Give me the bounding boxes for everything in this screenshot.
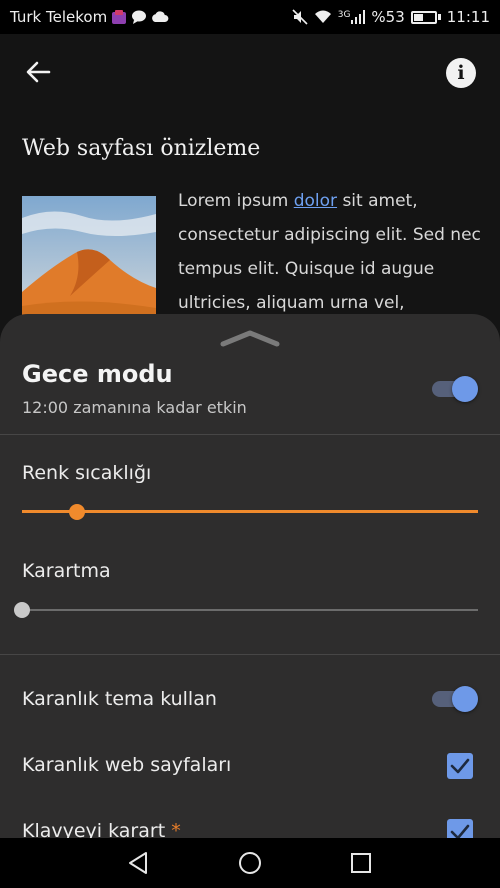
dark-web-pages-label: Karanlık web sayfaları: [22, 754, 232, 776]
night-mode-subtitle: 12:00 zamanına kadar etkin: [22, 398, 247, 417]
preview-text: Lorem ipsum dolor sit amet, consectetur …: [178, 184, 488, 320]
back-arrow-icon: [26, 61, 51, 83]
clock: 11:11: [446, 8, 490, 26]
night-mode-toggle[interactable]: [432, 376, 478, 402]
mute-icon: [292, 9, 308, 25]
preview-text-start: Lorem ipsum: [178, 191, 294, 211]
cloud-icon: [152, 11, 169, 22]
preview-title: Web sayfası önizleme: [22, 136, 261, 161]
info-button[interactable]: i: [446, 58, 476, 88]
chat-icon: [132, 10, 147, 24]
signal-icon: [351, 10, 366, 24]
dark-theme-toggle[interactable]: [432, 686, 478, 712]
dark-web-pages-checkbox[interactable]: [447, 753, 473, 779]
dimming-slider[interactable]: [14, 598, 478, 622]
status-right: 3G %53 11:11: [292, 8, 490, 26]
check-icon: [450, 824, 470, 838]
color-temperature-thumb[interactable]: [68, 504, 85, 520]
settings-sheet: Gece modu 12:00 zamanına kadar etkin Ren…: [0, 314, 500, 838]
dimming-label: Karartma: [22, 560, 111, 582]
dim-keyboard-marker: *: [171, 820, 181, 838]
dim-keyboard-text: Klavyeyi karart: [22, 820, 166, 838]
nav-back-icon[interactable]: [126, 850, 152, 876]
carrier-name: Turk Telekom: [10, 8, 108, 26]
sheet-handle-icon[interactable]: [220, 328, 280, 348]
status-bar: Turk Telekom 3G %53 11:11: [0, 0, 500, 34]
color-temperature-label: Renk sıcaklığı: [22, 462, 152, 484]
preview-link[interactable]: dolor: [294, 191, 337, 211]
nav-home-icon[interactable]: [237, 850, 263, 876]
back-button[interactable]: [18, 54, 58, 90]
battery-icon: [410, 10, 441, 24]
preview-image: [22, 196, 156, 326]
status-left: Turk Telekom: [10, 8, 169, 26]
web-page-preview: Web sayfası önizleme Lorem ipsum dolor s…: [0, 110, 500, 340]
wifi-icon: [314, 10, 331, 23]
info-icon: i: [457, 62, 465, 84]
navigation-bar: [0, 838, 500, 888]
divider: [0, 434, 500, 435]
dark-theme-label: Karanlık tema kullan: [22, 688, 217, 710]
color-temperature-slider[interactable]: [22, 500, 478, 524]
dimming-thumb[interactable]: [14, 602, 30, 618]
app-bar: i: [0, 34, 500, 110]
dim-keyboard-checkbox[interactable]: [447, 819, 473, 838]
night-mode-title: Gece modu: [22, 360, 173, 388]
check-icon: [450, 758, 470, 774]
dim-keyboard-label: Klavyeyi karart *: [22, 820, 181, 838]
notification-app-icon: [112, 10, 127, 24]
network-type: 3G: [337, 10, 351, 20]
divider: [0, 654, 500, 655]
nav-recents-icon[interactable]: [348, 850, 374, 876]
signal-indicator: 3G: [338, 10, 366, 24]
battery-percent: %53: [371, 8, 405, 26]
